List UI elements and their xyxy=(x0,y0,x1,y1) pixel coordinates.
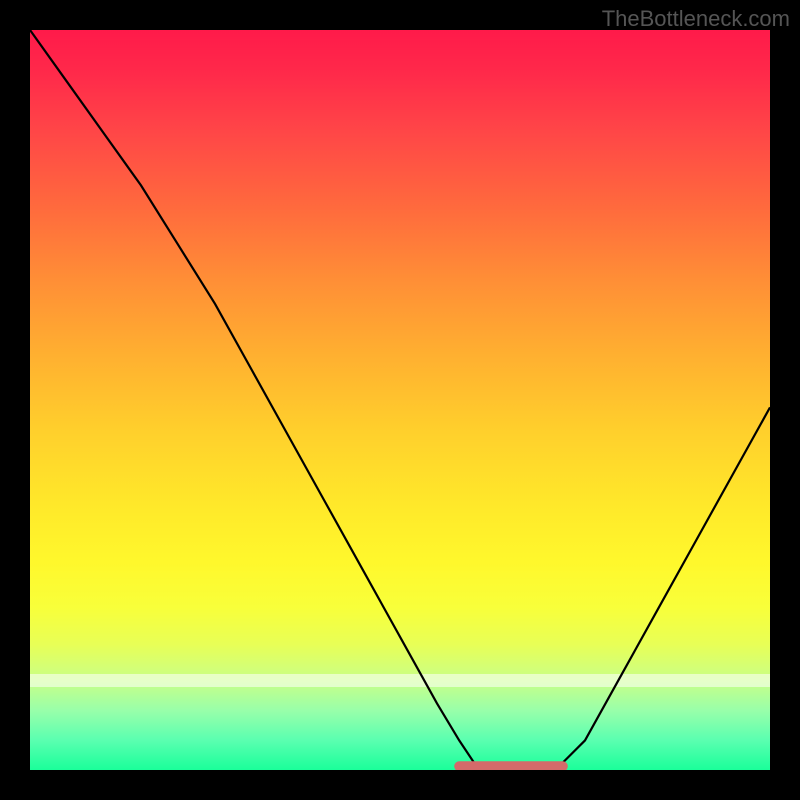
watermark-text: TheBottleneck.com xyxy=(602,6,790,32)
curve-layer xyxy=(30,30,770,770)
bottleneck-curve-line xyxy=(30,30,770,770)
plot-area xyxy=(30,30,770,770)
